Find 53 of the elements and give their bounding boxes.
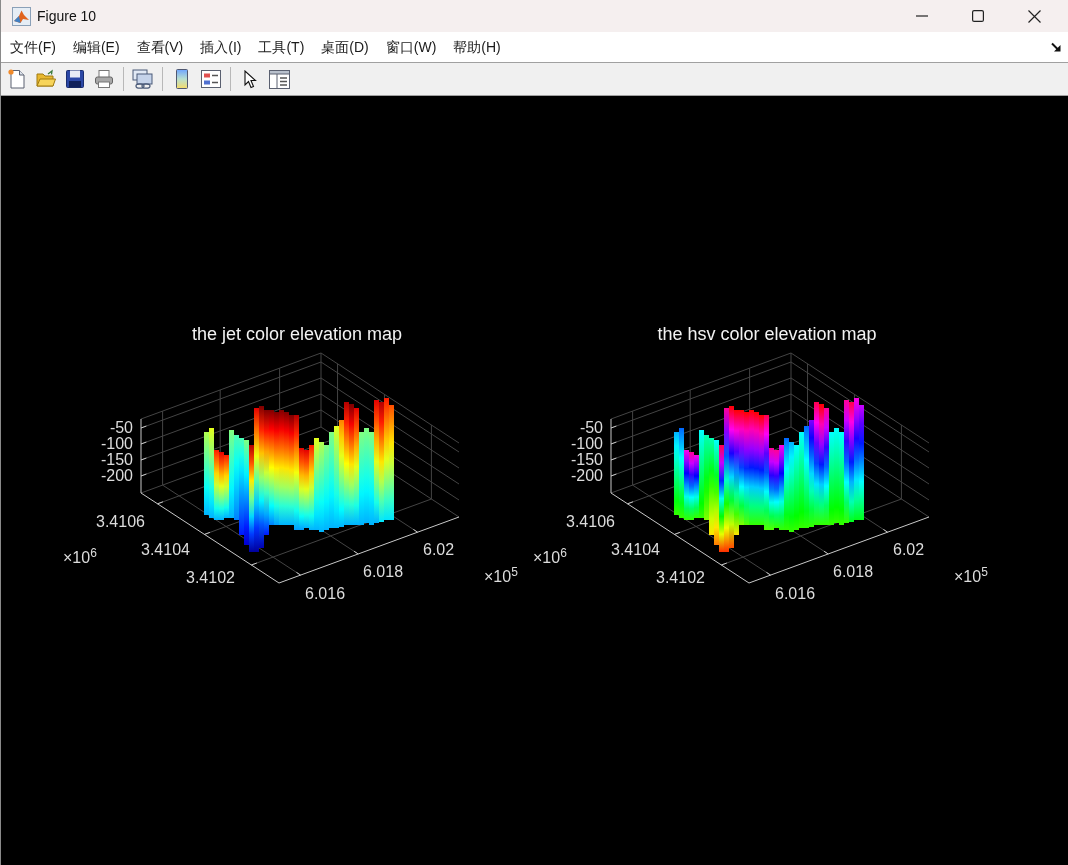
- z-tick-label: -50: [109, 420, 133, 436]
- menu-item[interactable]: 窗口(W): [385, 37, 437, 57]
- y-tick-label: 3.4104: [611, 541, 660, 559]
- x-tick-label: 6.016: [775, 585, 816, 603]
- stacked-windows-icon: [132, 69, 154, 89]
- menu-item[interactable]: 查看(V): [136, 37, 184, 57]
- cursor-arrow-icon: [243, 69, 257, 89]
- menu-item[interactable]: 帮助(H): [453, 37, 501, 57]
- page-icon: [7, 69, 27, 89]
- gradient-bar-icon: [176, 69, 188, 89]
- z-tick-label: -150: [570, 452, 603, 468]
- x-tick-label: 6.016: [305, 585, 346, 603]
- mountain-icon: [12, 6, 31, 26]
- save-button[interactable]: [63, 67, 87, 91]
- dock-button[interactable]: [1050, 41, 1062, 53]
- x-exponent-label: ×10$^{5}$: [954, 568, 988, 586]
- print-button[interactable]: [92, 67, 116, 91]
- maximize-icon: [972, 10, 984, 22]
- z-tick-label: -50: [579, 420, 603, 436]
- plot-title: the jet color elevation map: [191, 324, 403, 345]
- y-tick-label: 3.4104: [141, 541, 190, 559]
- y-tick-label: 3.4106: [566, 513, 615, 531]
- menu-item[interactable]: 工具(T): [258, 37, 305, 57]
- menu-item[interactable]: 编辑(E): [72, 37, 120, 57]
- printer-icon: [94, 69, 114, 89]
- x-tick-label: 6.02: [423, 541, 455, 559]
- y-exponent-label: ×10$^{6}$: [533, 549, 567, 567]
- x-tick-label: 6.02: [893, 541, 925, 559]
- legend-icon: [201, 70, 221, 88]
- minimize-icon: [916, 15, 928, 17]
- x-exponent-label: ×10$^{5}$: [484, 568, 518, 586]
- legend-button[interactable]: [199, 67, 223, 91]
- link-button[interactable]: [131, 67, 155, 91]
- x-tick-label: 6.018: [363, 563, 404, 581]
- dock-arrow-icon: [1051, 42, 1061, 52]
- x-tick-label: 6.018: [833, 563, 874, 581]
- window-title: Figure 10: [37, 6, 97, 26]
- z-tick-label: -200: [570, 468, 603, 484]
- y-tick-label: 3.4102: [186, 569, 235, 587]
- menu-item[interactable]: 插入(I): [200, 37, 242, 57]
- z-tick-label: -100: [100, 436, 133, 452]
- panel-icon: [268, 69, 290, 89]
- z-tick-label: -150: [100, 452, 133, 468]
- menu-item[interactable]: 桌面(D): [321, 37, 369, 57]
- z-tick-label: -200: [100, 468, 133, 484]
- close-icon: [1027, 9, 1041, 23]
- menu-item[interactable]: 文件(F): [10, 37, 56, 57]
- y-tick-label: 3.4102: [656, 569, 705, 587]
- y-tick-label: 3.4106: [96, 513, 145, 531]
- folder-icon: [36, 69, 56, 89]
- y-exponent-label: ×10$^{6}$: [63, 549, 97, 567]
- z-tick-label: -100: [570, 436, 603, 452]
- plot-title: the hsv color elevation map: [657, 324, 877, 345]
